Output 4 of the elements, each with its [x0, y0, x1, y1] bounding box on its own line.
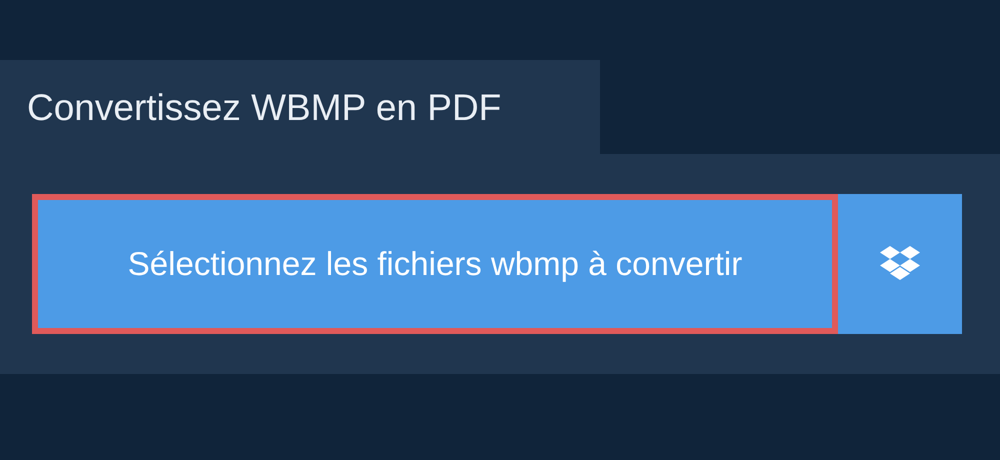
cloud-upload-button[interactable] — [838, 194, 962, 334]
diamonds-icon — [879, 246, 921, 282]
select-files-button[interactable]: Sélectionnez les fichiers wbmp à convertir — [32, 194, 838, 334]
page-title: Convertissez WBMP en PDF — [27, 88, 502, 126]
